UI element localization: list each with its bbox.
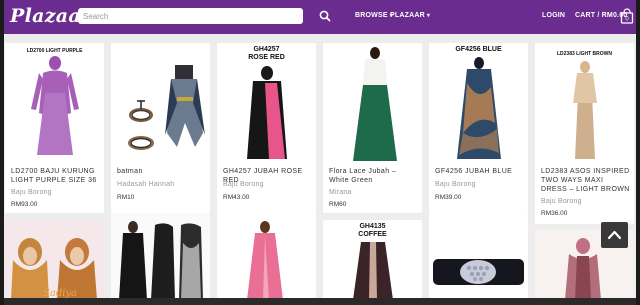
product-card[interactable]	[217, 213, 316, 300]
product-price: RM43.00	[223, 194, 250, 201]
product-price: RM60	[329, 201, 347, 208]
search-input[interactable]	[78, 8, 303, 24]
shop-name[interactable]: Baju Borong	[435, 181, 476, 188]
product-image[interactable]	[429, 213, 528, 300]
product-image[interactable]	[111, 43, 210, 158]
product-price: RM10	[117, 194, 135, 201]
shop-name[interactable]: Mirana	[329, 189, 352, 196]
product-badge: GH4135 COFFEE	[358, 223, 387, 238]
shop-name[interactable]: Baju Borong	[223, 181, 264, 188]
product-price: RM39.00	[435, 194, 462, 201]
product-card[interactable]: Flora Lace Jubah – White Green Mirana RM…	[323, 43, 422, 213]
product-badge: GF4256 BLUE	[455, 46, 502, 53]
product-card[interactable]: GH4135 COFFEE	[323, 220, 422, 300]
shop-name[interactable]: Baju Borong	[11, 189, 52, 196]
product-image[interactable]: GF4256 BLUE	[429, 43, 528, 161]
chevron-down-icon: ▾	[426, 13, 431, 19]
nav-browse[interactable]: BROWSE ▾	[355, 12, 393, 19]
product-badge: LD2700 LIGHT PURPLE	[26, 48, 83, 54]
product-title[interactable]: LD2700 BAJU KURUNG LIGHT PURPLE SIZE 36	[11, 167, 100, 185]
product-card[interactable]: GH4257 ROSE RED GH4257 JUBAH ROSE RED Ba…	[217, 43, 316, 213]
product-image[interactable]	[111, 213, 210, 300]
product-title[interactable]: Flora Lace Jubah – White Green	[329, 167, 418, 185]
bottom-edge	[4, 298, 636, 305]
product-title[interactable]: GF4256 JUBAH BLUE	[435, 167, 524, 176]
product-card[interactable]	[429, 213, 528, 300]
product-card[interactable]: GF4256 BLUE GF4256 JUBAH BLUE Baju Boron…	[429, 43, 528, 213]
product-image[interactable]	[323, 43, 422, 161]
product-title[interactable]: batman	[117, 167, 206, 176]
product-image[interactable]: LD2700 LIGHT PURPLE	[5, 43, 104, 161]
product-price: RM93.00	[11, 201, 38, 208]
product-price: RM36.00	[541, 210, 568, 217]
nav-plazaar-label: PLAZAAR	[390, 12, 425, 19]
nav-plazaar[interactable]: PLAZAAR ▾	[390, 12, 430, 19]
top-navigation-bar: Plazaar BROWSE ▾ PLAZAAR ▾ LOGIN CART / …	[4, 0, 636, 34]
product-card[interactable]: Sadiya	[5, 220, 104, 300]
shop-name[interactable]: Baju Borong	[541, 198, 582, 205]
product-card[interactable]: LD2383 LIGHT BROWN LD2383 ASOS INSPIRED …	[535, 43, 634, 224]
product-badge: LD2383 LIGHT BROWN	[556, 51, 612, 57]
product-card[interactable]: LD2700 LIGHT PURPLE LD2700 BAJU KURUNG L…	[5, 43, 104, 213]
product-image[interactable]: GH4257 ROSE RED	[217, 43, 316, 161]
product-image[interactable]	[217, 213, 316, 300]
nav-browse-label: BROWSE	[355, 12, 388, 19]
chevron-up-icon	[607, 230, 622, 240]
product-image[interactable]: Sadiya	[5, 220, 104, 300]
product-card[interactable]: batman Hadasah Hannah RM10	[111, 43, 210, 213]
shop-name[interactable]: Hadasah Hannah	[117, 181, 174, 188]
product-title[interactable]: LD2383 ASOS INSPIRED TWO WAYS MAXI DRESS…	[541, 167, 630, 194]
search-icon[interactable]	[318, 9, 332, 23]
product-image[interactable]: LD2383 LIGHT BROWN	[535, 43, 634, 161]
shopping-bag-icon[interactable]: 0	[620, 8, 634, 24]
scroll-to-top-button[interactable]	[601, 222, 628, 248]
nav-login[interactable]: LOGIN	[542, 12, 565, 19]
product-card[interactable]	[111, 213, 210, 300]
product-badge: GH4257 ROSE RED	[248, 46, 285, 61]
svg-text:0: 0	[625, 17, 629, 23]
